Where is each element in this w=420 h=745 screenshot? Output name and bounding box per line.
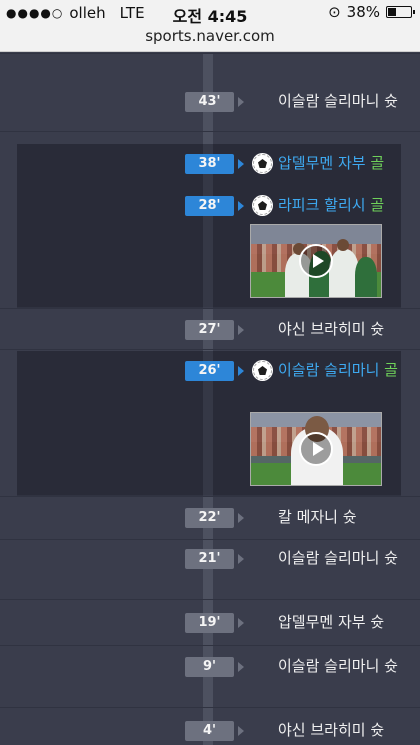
video-thumbnail[interactable] [250,224,382,298]
soccer-ball-icon [252,153,273,174]
event-text: 이슬람 슬리마니 슛 [278,92,398,110]
battery-percent: 38% [346,3,380,21]
video-thumbnail[interactable] [250,412,382,486]
minute-badge: 43' [185,92,234,112]
minute-badge: 22' [185,508,234,528]
status-bar: ●●●●○ olleh LTE 오전 4:45 ⊙ 38% [0,0,420,26]
play-icon[interactable] [299,244,333,278]
minute-badge: 21' [185,549,234,569]
goal-label: 골 [384,361,398,379]
event-text: 압델무멘 자부 슛 [278,613,385,631]
arrow-icon [238,325,244,335]
timeline-event[interactable]: 4' 야신 브라히미 슛 [0,708,420,745]
goal-player: 라피크 할리시 [278,196,366,214]
play-icon[interactable] [299,432,333,466]
goal-label: 골 [370,196,385,214]
arrow-icon [238,662,244,672]
arrow-icon [238,159,244,169]
goal-label: 골 [370,154,385,172]
minute-badge: 27' [185,320,234,340]
goal-player: 압델무멘 자부 [278,154,366,172]
timeline-event[interactable]: 19' 압델무멘 자부 슛 [0,600,420,646]
browser-top-bar: ●●●●○ olleh LTE 오전 4:45 ⊙ 38% sports.nav… [0,0,420,52]
timeline-event[interactable]: 9' 이슬람 슬리마니 슛 [0,646,420,708]
goal-text: 압델무멘 자부 골 [278,152,403,175]
arrow-icon [238,366,244,376]
address-bar[interactable]: sports.naver.com [0,27,420,45]
arrow-icon [238,97,244,107]
minute-badge: 38' [185,154,234,174]
rotation-lock-icon: ⊙ [328,3,341,21]
minute-badge: 19' [185,613,234,633]
timeline-event[interactable]: 27' 야신 브라히미 슛 [0,308,420,350]
arrow-icon [238,513,244,523]
event-text: 야신 브라히미 슛 [278,320,385,338]
event-text: 이슬람 슬리마니 슛 [278,657,398,675]
event-text: 칼 메자니 슛 [278,508,357,526]
event-text: 야신 브라히미 슛 [278,721,385,739]
minute-badge: 26' [185,361,234,381]
minute-badge: 4' [185,721,234,741]
battery-info: ⊙ 38% [328,3,415,21]
timeline-event[interactable]: 22' 칼 메자니 슛 [0,496,420,540]
arrow-icon [238,201,244,211]
timeline-event[interactable]: 21' 이슬람 슬리마니 슛 [0,540,420,600]
battery-icon [386,6,415,18]
soccer-ball-icon [252,195,273,216]
minute-badge: 28' [185,196,234,216]
event-text: 이슬람 슬리마니 슛 [278,549,398,567]
goal-player: 이슬람 슬리마니 [278,361,380,379]
soccer-ball-icon [252,360,273,381]
timeline-event[interactable]: 43' 이슬람 슬리마니 슛 [0,53,420,132]
match-timeline: 43' 이슬람 슬리마니 슛 38' 압델무멘 자부 골 28' 라피크 할리시… [0,53,420,745]
arrow-icon [238,618,244,628]
goal-text: 이슬람 슬리마니 골 [278,359,403,382]
minute-badge: 9' [185,657,234,677]
arrow-icon [238,554,244,564]
arrow-icon [238,726,244,736]
goal-text: 라피크 할리시 골 [278,194,403,217]
